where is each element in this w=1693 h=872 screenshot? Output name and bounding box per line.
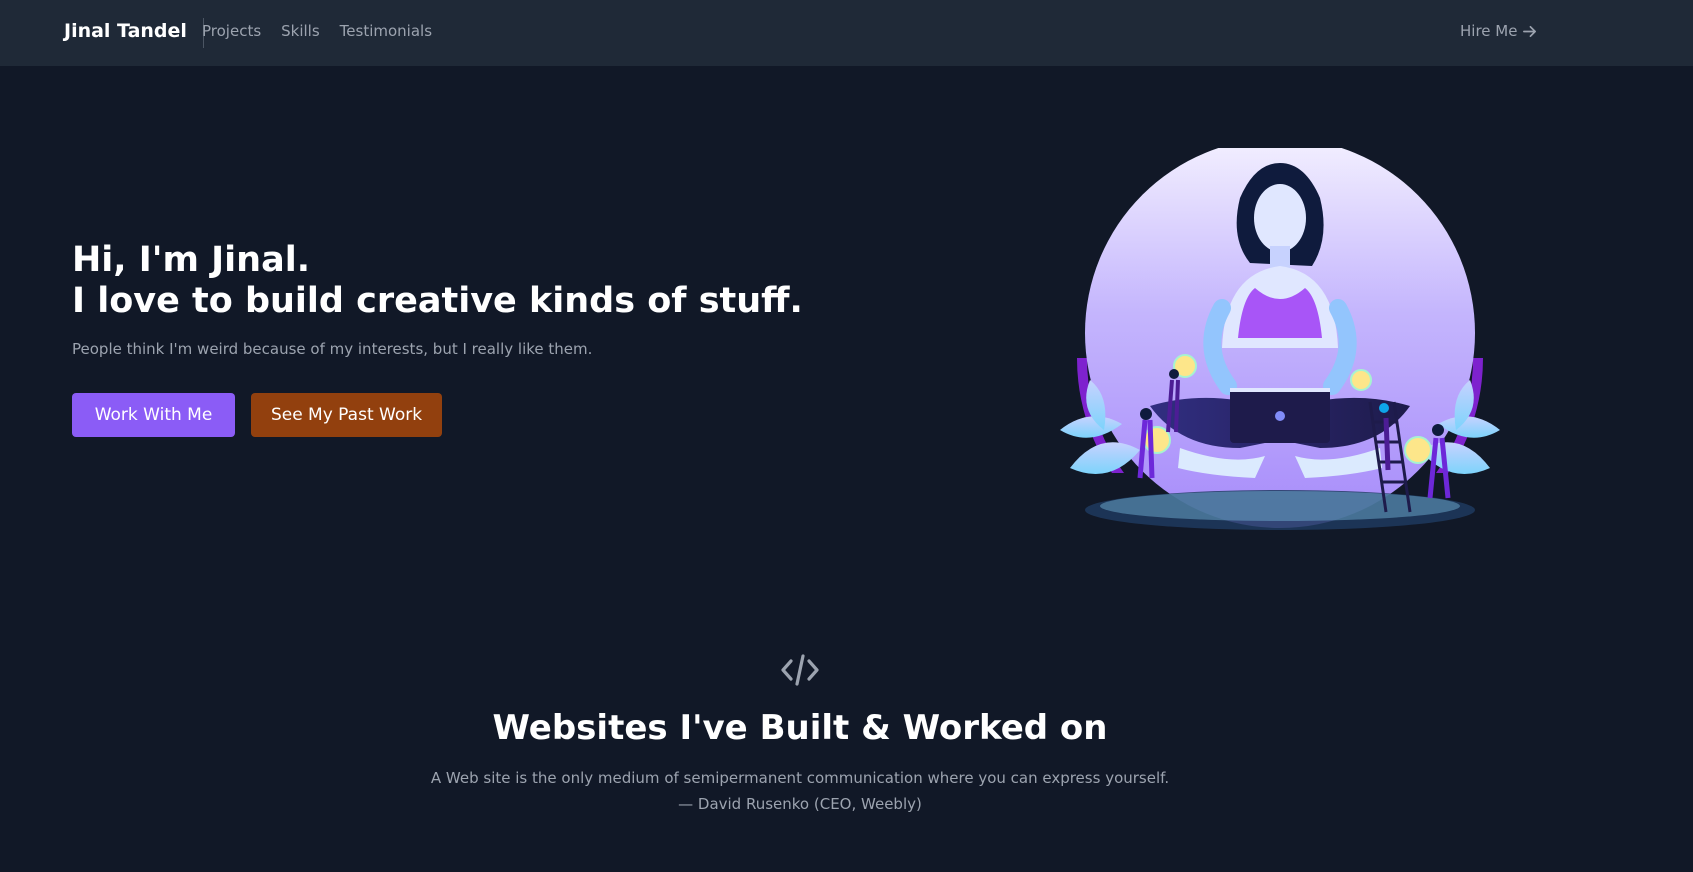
woman-with-laptop-illustration	[1060, 148, 1500, 530]
brand-name[interactable]: Jinal Tandel	[64, 18, 204, 48]
projects-section-title: Websites I've Built & Worked on	[492, 708, 1108, 748]
hero-title-line-2: I love to build creative kinds of stuff.	[72, 281, 803, 321]
quote-text: A Web site is the only medium of semiper…	[430, 769, 1170, 787]
nav-links: Projects Skills Testimonials	[202, 20, 432, 42]
nav-link-skills[interactable]: Skills	[281, 20, 320, 42]
projects-quote: A Web site is the only medium of semiper…	[0, 765, 1600, 817]
hire-me-label: Hire Me	[1460, 22, 1518, 40]
past-work-button[interactable]: See My Past Work	[251, 393, 442, 437]
work-with-me-button[interactable]: Work With Me	[72, 393, 235, 437]
arrow-right-icon	[1523, 25, 1537, 37]
hero-title: Hi, I'm Jinal. I love to build creative …	[72, 240, 803, 322]
code-icon	[781, 654, 819, 686]
hero-subtitle: People think I'm weird because of my int…	[72, 340, 593, 358]
quote-attribution: — David Rusenko (CEO, Weebly)	[678, 795, 922, 813]
nav-link-testimonials[interactable]: Testimonials	[340, 20, 432, 42]
hire-me-link[interactable]: Hire Me	[1460, 20, 1537, 42]
hero-title-line-1: Hi, I'm Jinal.	[72, 240, 311, 280]
navbar: Jinal Tandel Projects Skills Testimonial…	[0, 0, 1693, 66]
nav-link-projects[interactable]: Projects	[202, 20, 261, 42]
